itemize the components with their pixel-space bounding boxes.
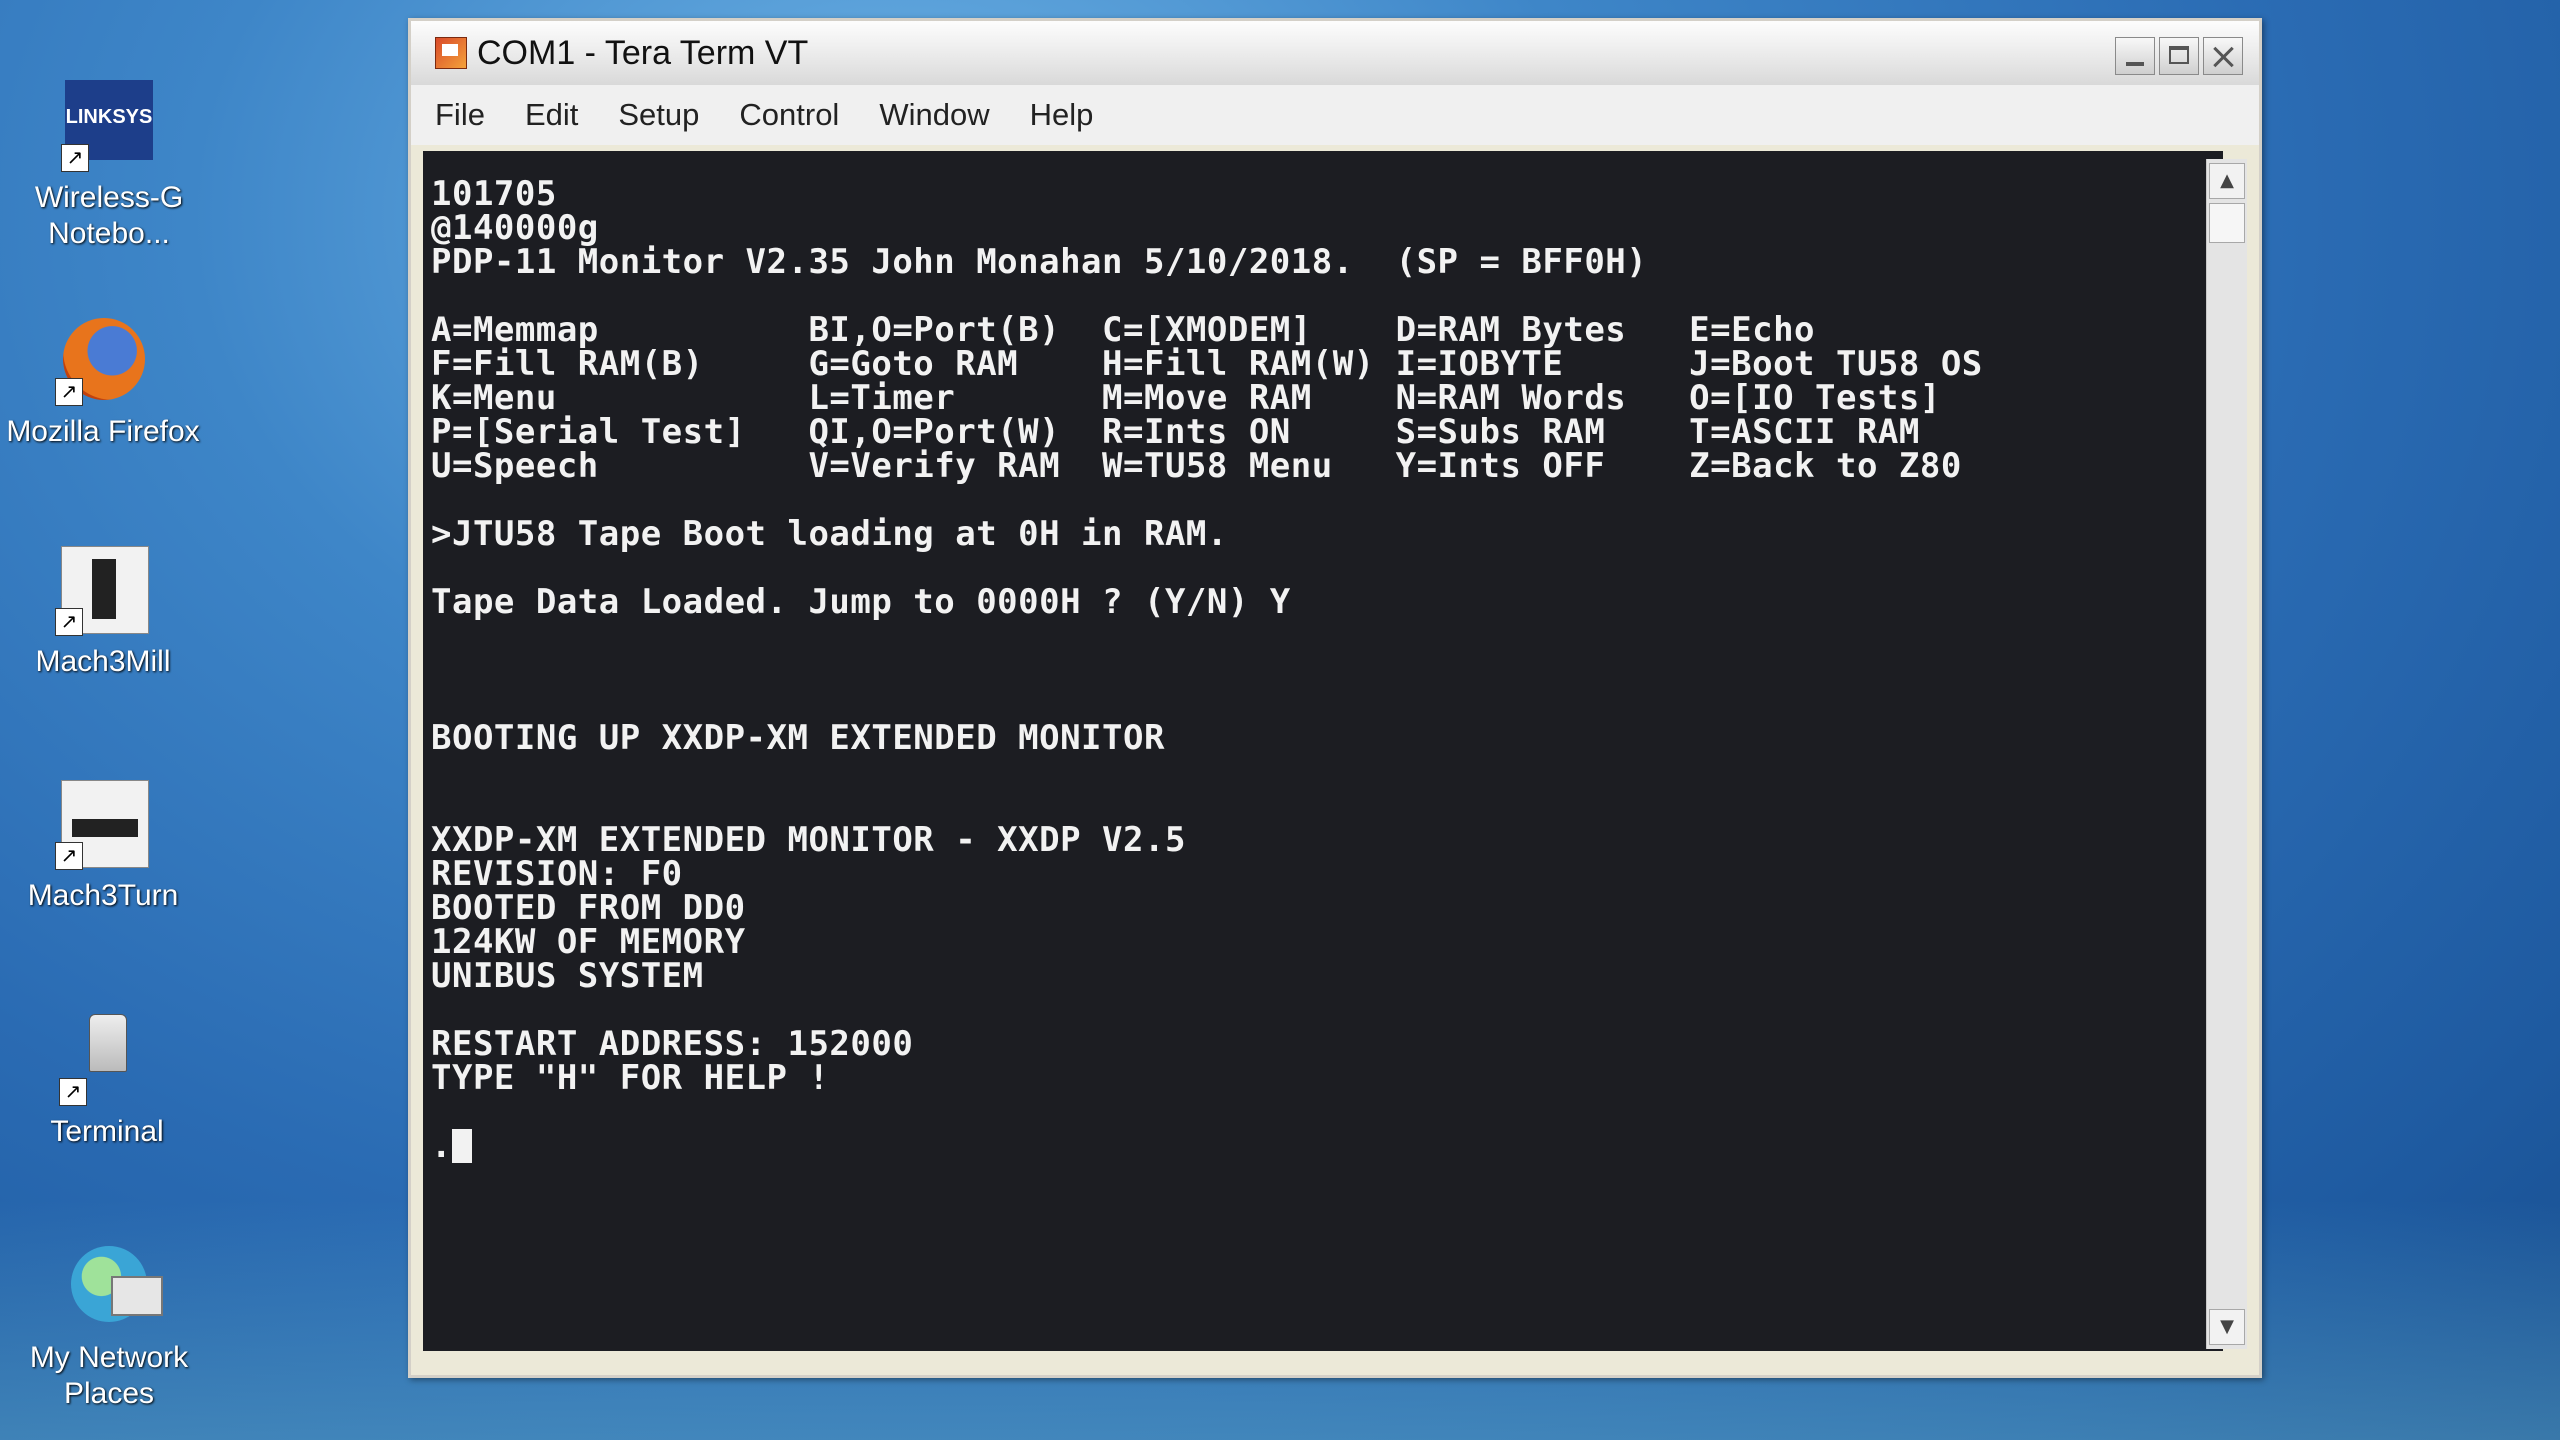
desktop-icon-mach3mill[interactable]: ↗ Mach3Mill <box>0 540 208 680</box>
network-places-icon <box>61 1236 163 1332</box>
menu-window[interactable]: Window <box>877 93 991 137</box>
tera-term-icon[interactable] <box>435 37 467 69</box>
shortcut-arrow-icon: ↗ <box>59 1078 87 1106</box>
terminal-output: 101705 @140000g PDP-11 Monitor V2.35 Joh… <box>431 177 1983 1163</box>
desktop-icon-label: My Network Places <box>29 1341 189 1410</box>
shortcut-arrow-icon: ↗ <box>55 842 83 870</box>
terminal-line: U=Speech V=Verify RAM W=TU58 Menu Y=Ints… <box>431 446 1962 486</box>
shortcut-arrow-icon: ↗ <box>55 608 83 636</box>
mach3mill-icon: ↗ <box>55 540 151 636</box>
window-title: COM1 - Tera Term VT <box>477 34 809 72</box>
desktop-icon-my-network-places[interactable]: My Network Places <box>4 1236 214 1412</box>
menu-help[interactable]: Help <box>1028 93 1096 137</box>
terminal-line: >JTU58 Tape Boot loading at 0H in RAM. <box>431 514 1228 554</box>
scroll-thumb[interactable] <box>2209 203 2245 243</box>
terminal-line: UNIBUS SYSTEM <box>431 956 704 996</box>
window-titlebar[interactable]: COM1 - Tera Term VT <box>411 21 2259 86</box>
linksys-icon: LINKSYS ↗ <box>61 76 157 172</box>
desktop-icon-mach3turn[interactable]: ↗ Mach3Turn <box>0 774 208 914</box>
menu-bar: File Edit Setup Control Window Help <box>411 85 2259 145</box>
terminal-screen[interactable]: 101705 @140000g PDP-11 Monitor V2.35 Joh… <box>423 151 2223 1351</box>
menu-file[interactable]: File <box>433 93 487 137</box>
desktop-icon-label: Terminal <box>50 1115 164 1148</box>
linksys-logo-text: LINKSYS <box>65 106 153 128</box>
terminal-line: TYPE "H" FOR HELP ! <box>431 1058 830 1098</box>
mach3turn-icon: ↗ <box>55 774 151 870</box>
terminal-line: Tape Data Loaded. Jump to 0000H ? (Y/N) … <box>431 582 1291 622</box>
desktop-icon-label: Wireless-G Notebo... <box>34 181 184 250</box>
maximize-button[interactable] <box>2159 37 2199 75</box>
desktop-icon-terminal[interactable]: ↗ Terminal <box>2 1010 212 1150</box>
desktop-icon-firefox[interactable]: ↗ Mozilla Firefox <box>0 310 208 450</box>
shortcut-arrow-icon: ↗ <box>61 144 89 172</box>
terminal-icon: ↗ <box>59 1010 155 1106</box>
minimize-button[interactable] <box>2115 37 2155 75</box>
window-controls <box>2115 37 2243 77</box>
terminal-line: PDP-11 Monitor V2.35 John Monahan 5/10/2… <box>431 242 1648 282</box>
desktop-icon-label: Mozilla Firefox <box>6 415 200 448</box>
menu-control[interactable]: Control <box>737 93 841 137</box>
desktop-icon-wireless-g[interactable]: LINKSYS ↗ Wireless-G Notebo... <box>4 76 214 252</box>
terminal-line: BOOTING UP XXDP-XM EXTENDED MONITOR <box>431 718 1165 758</box>
terminal-cursor <box>451 1129 472 1163</box>
desktop-icon-label: Mach3Mill <box>35 645 171 678</box>
menu-setup[interactable]: Setup <box>616 93 701 137</box>
terminal-line: . <box>431 1126 452 1166</box>
scroll-up-arrow-icon[interactable]: ▲ <box>2209 163 2245 199</box>
tera-term-window[interactable]: COM1 - Tera Term VT File Edit Setup Cont… <box>408 18 2262 1378</box>
shortcut-arrow-icon: ↗ <box>55 378 83 406</box>
close-button[interactable] <box>2203 37 2243 75</box>
desktop-icon-label: Mach3Turn <box>27 879 179 912</box>
scroll-down-arrow-icon[interactable]: ▼ <box>2209 1309 2245 1345</box>
menu-edit[interactable]: Edit <box>523 93 580 137</box>
vertical-scrollbar[interactable]: ▲ ▼ <box>2206 159 2247 1349</box>
firefox-icon: ↗ <box>55 310 151 406</box>
